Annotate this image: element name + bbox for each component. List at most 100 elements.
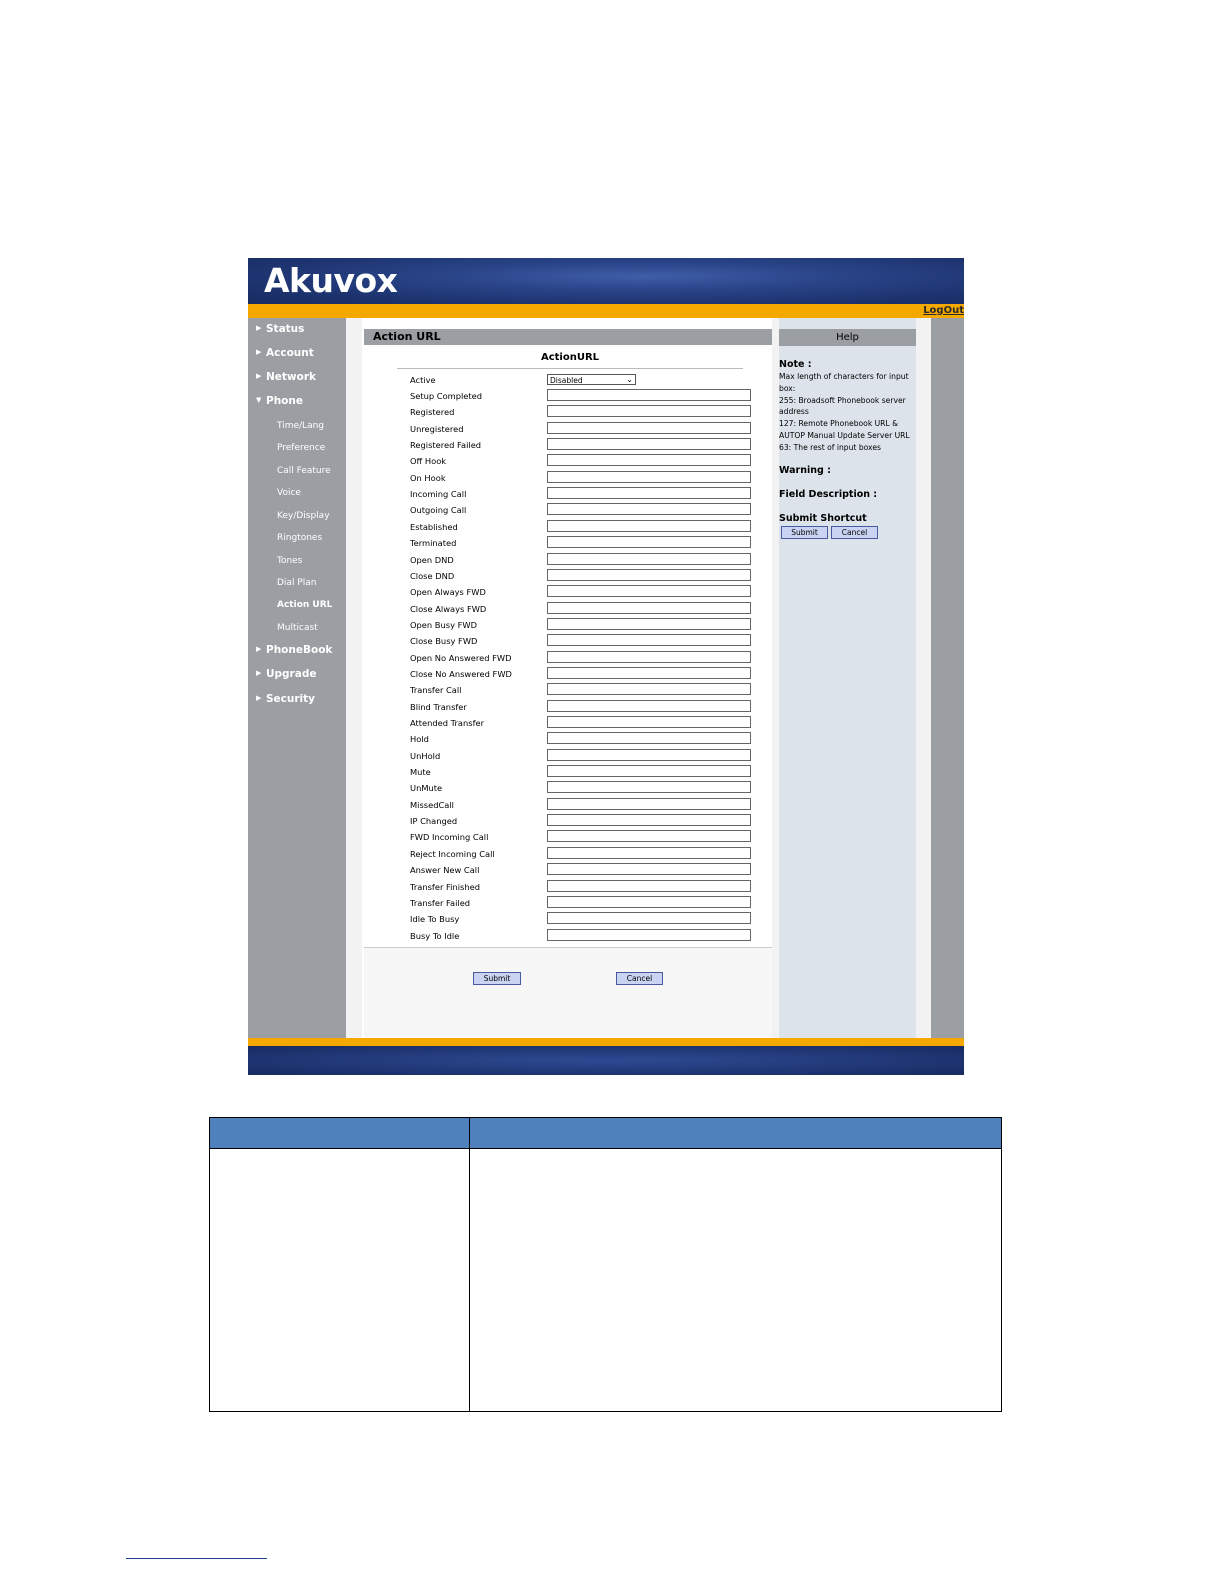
help-note-line: 63: The rest of input boxes <box>779 442 881 452</box>
sidebar-subitem-action-url[interactable]: Action URL <box>277 600 332 610</box>
field-label: Answer New Call <box>410 865 480 875</box>
form-heading: ActionURL <box>540 352 600 363</box>
field-label: Terminated <box>410 538 457 548</box>
field-label: Attended Transfer <box>410 718 485 728</box>
form-actions: Submit Cancel <box>364 948 772 1038</box>
submit-button[interactable]: Submit <box>473 972 521 985</box>
sidebar-subitem-dial-plan[interactable]: Dial Plan <box>277 578 316 588</box>
sidebar-item-label: Upgrade <box>266 668 317 680</box>
sidebar-nav: ▶ Status ▶ Account ▶ Network ▼ Phone Time/La… <box>248 318 346 1038</box>
field-label: Transfer Failed <box>410 898 471 908</box>
action-url-input[interactable] <box>547 765 751 777</box>
action-url-input[interactable] <box>547 602 751 614</box>
sidebar-subitem-tones[interactable]: Tones <box>277 556 302 566</box>
active-select[interactable]: Disabled ⌄ <box>547 374 636 385</box>
action-url-input[interactable] <box>547 847 751 859</box>
field-label: Open Always FWD <box>410 587 486 597</box>
action-url-input[interactable] <box>547 929 751 941</box>
sidebar-item-status[interactable]: ▶ Status <box>256 323 304 335</box>
action-url-input[interactable] <box>547 880 751 892</box>
field-label: Close Always FWD <box>410 604 487 614</box>
action-url-input[interactable] <box>547 749 751 761</box>
sidebar-subitem-time-lang[interactable]: Time/Lang <box>277 421 324 431</box>
help-note-line: 255: Broadsoft Phonebook server address <box>779 395 906 417</box>
main-panel: Action URL ActionURL Active Disabled ⌄ S… <box>362 318 772 1038</box>
action-url-input[interactable] <box>547 569 751 581</box>
action-url-input[interactable] <box>547 503 751 515</box>
field-label: UnHold <box>410 751 441 761</box>
field-label: Incoming Call <box>410 489 467 499</box>
action-url-input[interactable] <box>547 732 751 744</box>
arrow-right-icon: ▶ <box>256 694 262 702</box>
help-note-line: 127: Remote Phonebook URL & AUTOP Manual… <box>779 419 910 440</box>
action-url-input[interactable] <box>547 814 751 826</box>
action-url-input[interactable] <box>547 438 751 450</box>
sidebar-subitem-multicast[interactable]: Multicast <box>277 623 318 633</box>
cancel-button[interactable]: Cancel <box>616 972 663 985</box>
header-accent-bar <box>248 304 964 318</box>
content-gutter <box>346 318 362 1038</box>
action-url-input[interactable] <box>547 912 751 924</box>
action-url-input[interactable] <box>547 405 751 417</box>
page-title: Action URL <box>364 329 772 345</box>
help-shortcut-heading: Submit Shortcut <box>779 513 867 524</box>
action-url-input[interactable] <box>547 700 751 712</box>
sidebar-item-phone[interactable]: ▼ Phone <box>256 395 303 407</box>
field-label: Mute <box>410 767 431 777</box>
sidebar-subitem-ringtones[interactable]: Ringtones <box>277 533 322 543</box>
footer-banner <box>248 1046 964 1075</box>
action-url-input[interactable] <box>547 520 751 532</box>
sidebar-item-network[interactable]: ▶ Network <box>256 371 316 383</box>
action-url-input[interactable] <box>547 781 751 793</box>
field-label: Established <box>410 522 458 532</box>
brand-logo: Akuvox <box>264 261 398 300</box>
action-url-input[interactable] <box>547 585 751 597</box>
shortcut-cancel-button[interactable]: Cancel <box>831 526 878 539</box>
action-url-input[interactable] <box>547 487 751 499</box>
action-url-input[interactable] <box>547 830 751 842</box>
arrow-right-icon: ▶ <box>256 372 262 380</box>
field-label: Transfer Call <box>410 685 462 695</box>
action-url-input[interactable] <box>547 454 751 466</box>
sidebar-item-account[interactable]: ▶ Account <box>256 347 314 359</box>
footer-accent-bar <box>248 1038 964 1046</box>
table-column-divider <box>469 1148 470 1411</box>
sidebar-subitem-preference[interactable]: Preference <box>277 443 325 453</box>
action-url-input[interactable] <box>547 553 751 565</box>
sidebar-subitem-call-feature[interactable]: Call Feature <box>277 466 331 476</box>
action-url-input[interactable] <box>547 667 751 679</box>
action-url-input[interactable] <box>547 683 751 695</box>
logout-link[interactable]: LogOut <box>923 305 964 316</box>
sidebar-item-label: Account <box>266 347 314 359</box>
action-url-input[interactable] <box>547 716 751 728</box>
action-url-input[interactable] <box>547 618 751 630</box>
action-url-input[interactable] <box>547 471 751 483</box>
shortcut-submit-button[interactable]: Submit <box>781 526 828 539</box>
action-url-input[interactable] <box>547 389 751 401</box>
field-label: IP Changed <box>410 816 458 826</box>
action-url-input[interactable] <box>547 896 751 908</box>
action-url-input[interactable] <box>547 798 751 810</box>
sidebar-subitem-key-display[interactable]: Key/Display <box>277 511 330 521</box>
field-label: Outgoing Call <box>410 505 467 515</box>
sidebar-subitem-voice[interactable]: Voice <box>277 488 301 498</box>
header-banner: Akuvox <box>248 258 964 304</box>
action-url-input[interactable] <box>547 651 751 663</box>
field-label: Registered Failed <box>410 440 482 450</box>
action-url-input[interactable] <box>547 422 751 434</box>
active-select-value: Disabled <box>550 376 583 385</box>
action-url-input[interactable] <box>547 536 751 548</box>
action-url-input[interactable] <box>547 634 751 646</box>
field-label: Close DND <box>410 571 455 581</box>
field-label: Unregistered <box>410 424 464 434</box>
sidebar-item-label: Network <box>266 371 317 383</box>
table-header-cell <box>210 1118 470 1148</box>
action-url-input[interactable] <box>547 863 751 875</box>
arrow-right-icon: ▶ <box>256 324 262 332</box>
help-panel: Help Note : Max length of characters for… <box>779 318 916 1038</box>
sidebar-item-upgrade[interactable]: ▶ Upgrade <box>256 668 316 680</box>
sidebar-item-security[interactable]: ▶ Security <box>256 693 315 705</box>
sidebar-item-label: PhoneBook <box>266 644 333 656</box>
field-label: UnMute <box>410 783 443 793</box>
sidebar-item-phonebook[interactable]: ▶ PhoneBook <box>256 644 332 656</box>
